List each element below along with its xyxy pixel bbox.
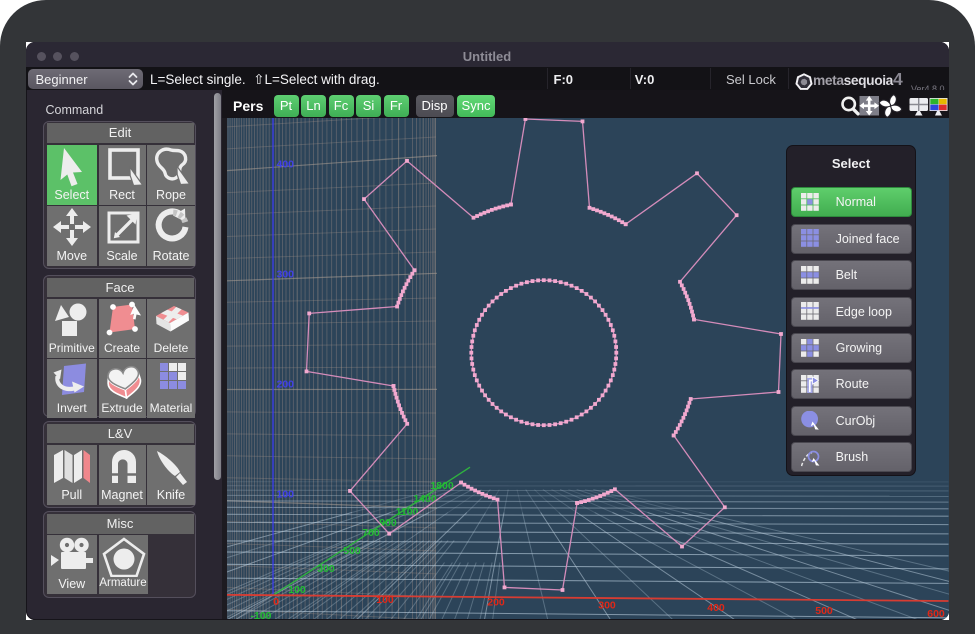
svg-text:700: 700 [362,527,380,539]
svg-text:200: 200 [277,378,295,390]
svg-text:100: 100 [376,594,394,606]
svg-text:400: 400 [707,602,725,614]
svg-text:100: 100 [277,488,295,500]
svg-text:600: 600 [927,608,945,619]
svg-text:100: 100 [288,584,306,596]
svg-text:900: 900 [379,517,397,529]
svg-text:300: 300 [598,599,616,611]
svg-text:300: 300 [277,268,295,280]
svg-text:-100: -100 [250,610,271,619]
svg-text:400: 400 [277,158,295,170]
svg-text:500: 500 [815,605,833,617]
svg-text:500: 500 [343,545,361,557]
svg-text:0: 0 [273,596,279,608]
svg-text:300: 300 [317,563,335,575]
svg-text:1400: 1400 [413,493,437,505]
svg-text:200: 200 [487,596,505,608]
svg-text:1100: 1100 [396,506,419,518]
